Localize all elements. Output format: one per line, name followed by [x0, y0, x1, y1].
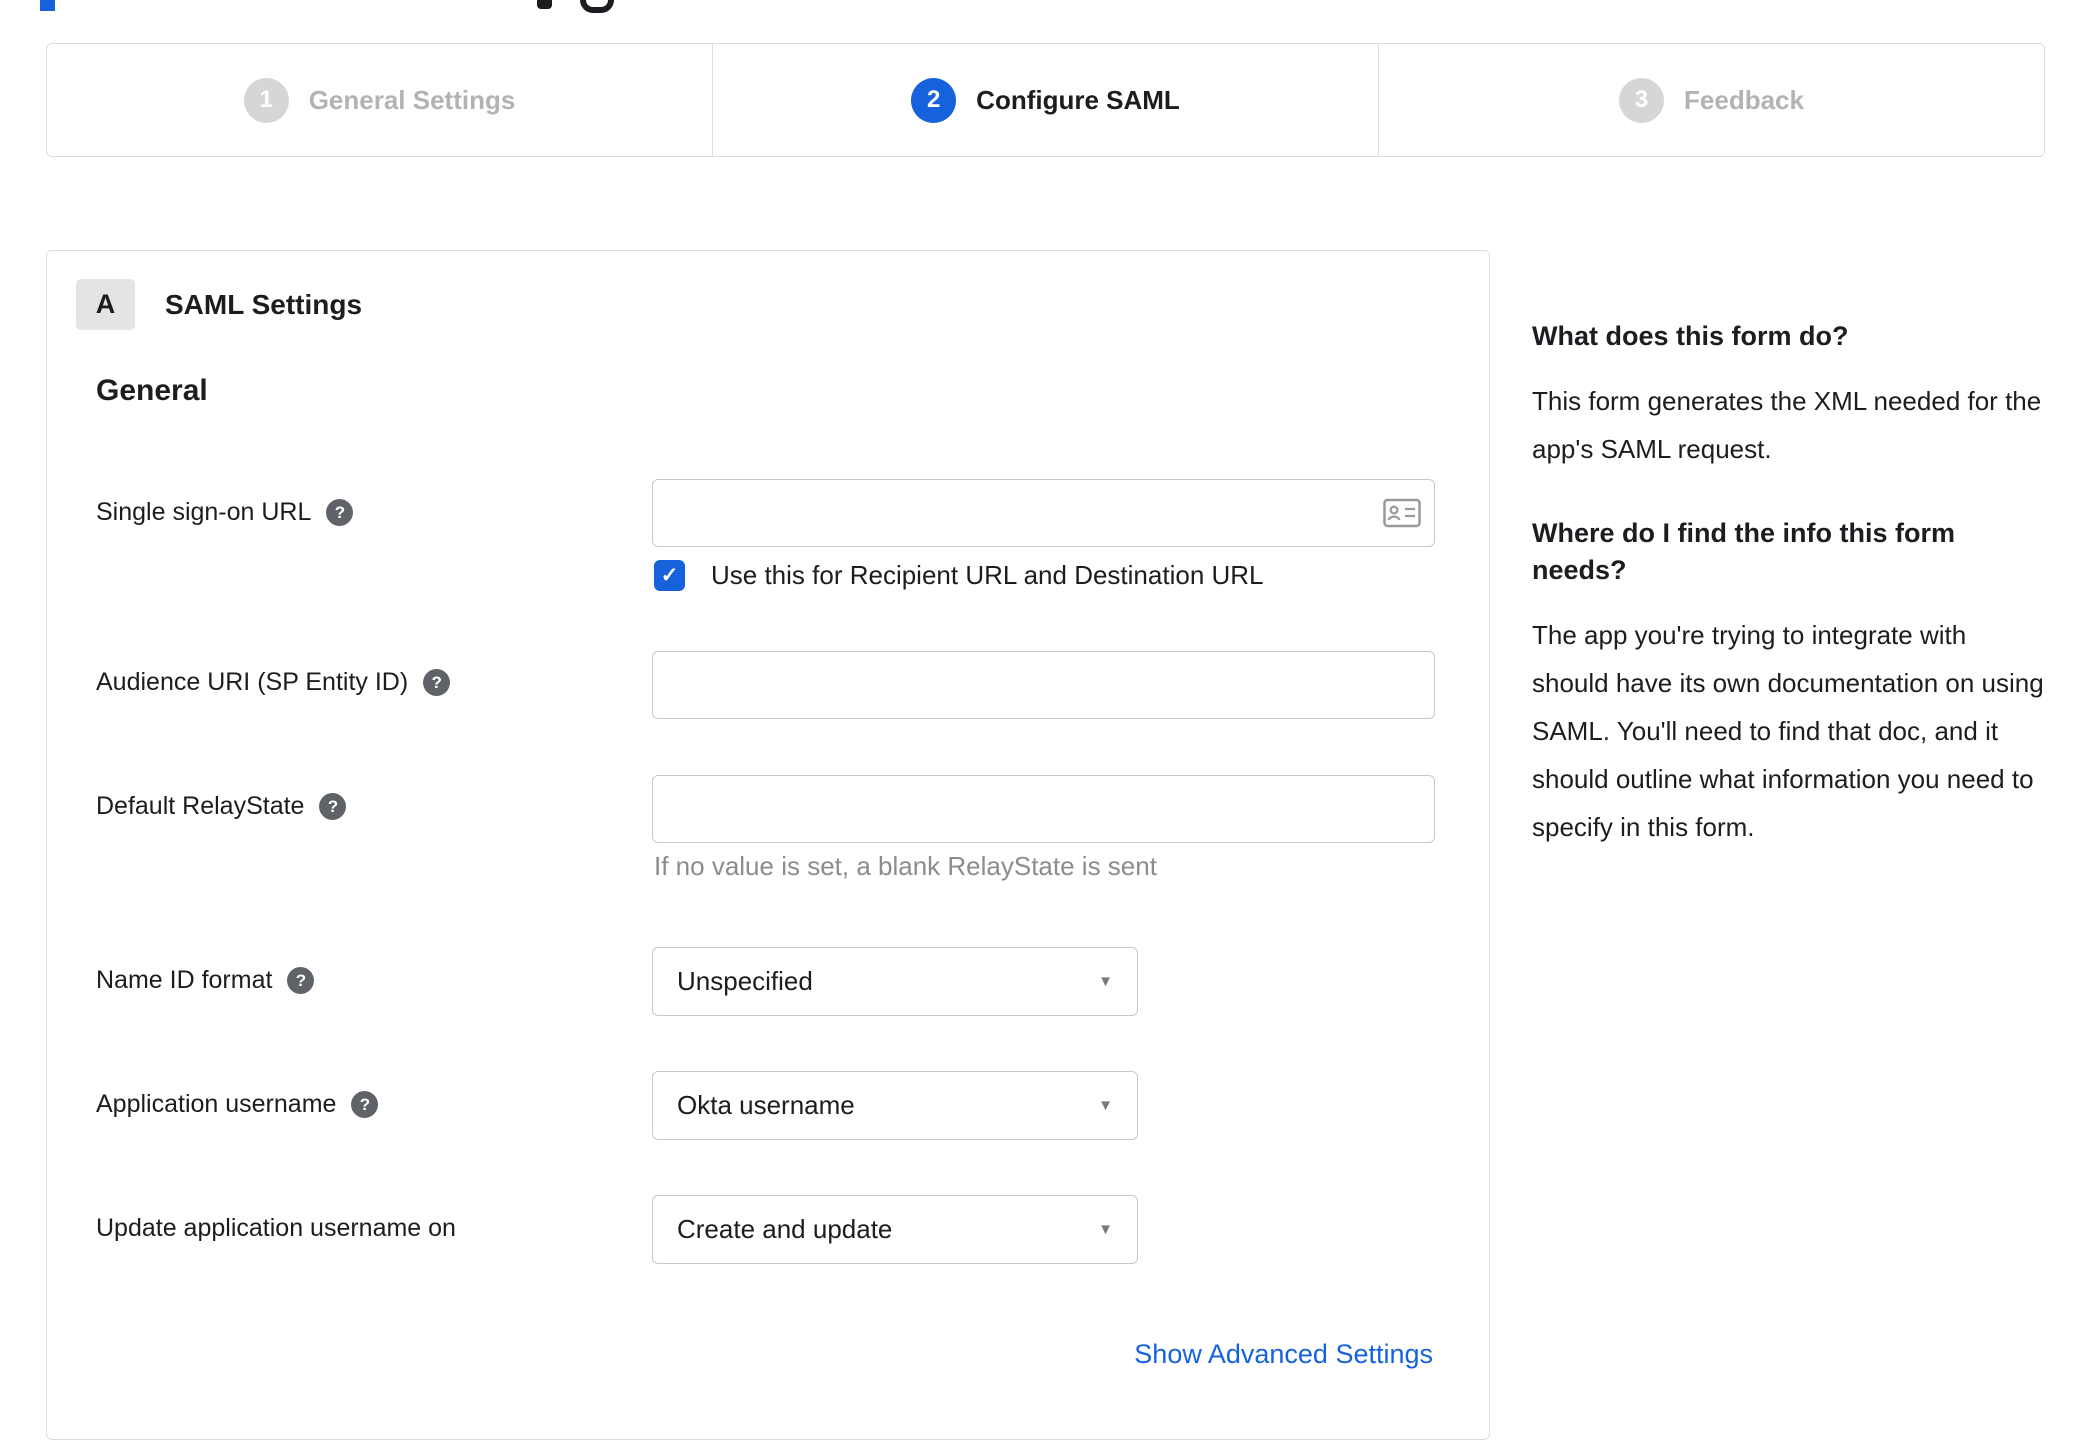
step-2-number-badge: 2 [911, 77, 957, 123]
update-application-username-value: Create and update [677, 1214, 893, 1244]
general-group-title: General [96, 374, 208, 407]
sso-url-label-text: Single sign-on URL [96, 498, 312, 526]
name-id-format-select[interactable]: Unspecified ▼ [652, 947, 1138, 1016]
step-1-label: General Settings [308, 84, 516, 115]
wizard-stepper: 1 General Settings 2 Configure SAML 3 Fe… [46, 43, 2045, 157]
step-3-number-badge: 3 [1619, 77, 1665, 123]
contact-card-icon [1383, 498, 1421, 528]
sso-url-label: Single sign-on URL ? [96, 498, 354, 527]
help-section-2-body: The app you're trying to integrate with … [1532, 620, 2044, 842]
sso-url-input[interactable] [652, 479, 1435, 547]
help-section-1-body: This form generates the XML needed for t… [1532, 386, 2042, 464]
recipient-url-checkbox-label: Use this for Recipient URL and Destinati… [711, 560, 1264, 590]
section-a-badge: A [76, 279, 135, 330]
relaystate-helper-text: If no value is set, a blank RelayState i… [654, 851, 1157, 881]
name-id-format-label: Name ID format ? [96, 966, 315, 995]
chevron-down-icon: ▼ [1098, 973, 1113, 990]
name-id-format-value: Unspecified [677, 966, 813, 996]
help-icon[interactable]: ? [319, 793, 347, 820]
default-relaystate-input[interactable] [652, 775, 1435, 843]
step-1-number-badge: 1 [243, 77, 289, 123]
update-application-username-label-text: Update application username on [96, 1214, 456, 1242]
default-relaystate-label-text: Default RelayState [96, 792, 305, 820]
help-icon[interactable]: ? [287, 967, 315, 994]
application-username-label: Application username ? [96, 1090, 379, 1119]
help-icon[interactable]: ? [423, 669, 451, 696]
update-application-username-select[interactable]: Create and update ▼ [652, 1195, 1138, 1264]
step-configure-saml[interactable]: 2 Configure SAML [712, 44, 1378, 156]
chevron-down-icon: ▼ [1098, 1221, 1113, 1238]
application-username-select[interactable]: Okta username ▼ [652, 1071, 1138, 1140]
section-title: SAML Settings [165, 288, 363, 320]
saml-settings-panel: A SAML Settings General Single sign-on U… [46, 250, 1490, 1440]
page-title-fragment-descender [580, 0, 614, 13]
help-sidebar: What does this form do? This form genera… [1532, 318, 2046, 893]
help-icon[interactable]: ? [351, 1091, 379, 1118]
recipient-url-checkbox[interactable]: ✓ [654, 560, 685, 591]
step-feedback[interactable]: 3 Feedback [1378, 44, 2044, 156]
chevron-down-icon: ▼ [1098, 1097, 1113, 1114]
help-icon[interactable]: ? [326, 499, 354, 526]
step-2-label: Configure SAML [976, 84, 1180, 115]
step-general-settings[interactable]: 1 General Settings [47, 44, 712, 156]
application-username-label-text: Application username [96, 1090, 337, 1118]
page-title-fragment-letter [537, 0, 552, 9]
update-application-username-label: Update application username on [96, 1214, 456, 1243]
audience-uri-input[interactable] [652, 651, 1435, 719]
audience-uri-label-text: Audience URI (SP Entity ID) [96, 668, 409, 696]
name-id-format-label-text: Name ID format [96, 966, 273, 994]
default-relaystate-label: Default RelayState ? [96, 792, 347, 821]
audience-uri-label: Audience URI (SP Entity ID) ? [96, 668, 451, 697]
panel-header: A SAML Settings [76, 279, 362, 330]
application-username-value: Okta username [677, 1090, 855, 1120]
page-title-fragment-logo [40, 0, 55, 11]
help-section-2-heading: Where do I find the info this form needs… [1532, 518, 1955, 585]
help-section-1-heading: What does this form do? [1532, 321, 1849, 351]
show-advanced-settings-link[interactable]: Show Advanced Settings [1134, 1339, 1433, 1370]
checkmark-icon: ✓ [660, 564, 679, 587]
step-3-label: Feedback [1684, 84, 1804, 115]
